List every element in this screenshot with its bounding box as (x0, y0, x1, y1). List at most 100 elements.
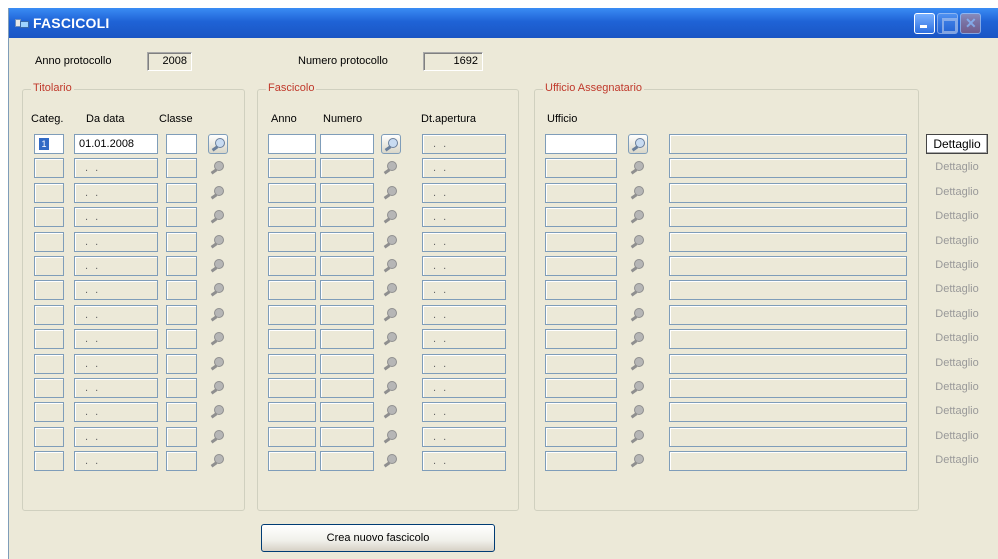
dt-apertura-field: . . (422, 232, 506, 252)
dt-apertura-field: . . (422, 451, 506, 471)
fascicolo-lookup-magnifier-icon (381, 451, 401, 471)
anno-field[interactable] (268, 134, 316, 154)
anno-field (268, 402, 316, 422)
dettaglio-button: Dettaglio (935, 308, 979, 320)
fascicolo-lookup-magnifier-icon (381, 378, 401, 398)
maximize-button (937, 13, 958, 34)
fascicolo-lookup-magnifier-icon (381, 305, 401, 325)
titolario-lookup-magnifier-icon (208, 256, 228, 276)
ufficio-desc-field (669, 378, 907, 398)
title-bar[interactable]: FASCICOLI (9, 8, 998, 38)
titolario-lookup-magnifier-icon (208, 451, 228, 471)
numero-field (320, 207, 374, 227)
ufficio-desc-field (669, 134, 907, 154)
numero-field (320, 280, 374, 300)
numero-field (320, 158, 374, 178)
ufficio-desc-field (669, 402, 907, 422)
dt-apertura-field: . . (422, 256, 506, 276)
numero-protocollo-label: Numero protocollo (298, 55, 388, 67)
ufficio-code-field[interactable] (545, 134, 617, 154)
titolario-lookup-magnifier-icon (208, 354, 228, 374)
ufficio-desc-field (669, 280, 907, 300)
fascicolo-lookup-magnifier-icon (381, 329, 401, 349)
categ-field (34, 354, 64, 374)
classe-field (166, 305, 197, 325)
numero-field[interactable] (320, 134, 374, 154)
fascicolo-lookup-magnifier-icon (381, 256, 401, 276)
categ-field (34, 451, 64, 471)
anno-field (268, 451, 316, 471)
ufficio-lookup-magnifier-icon[interactable] (628, 134, 648, 154)
titolario-lookup-magnifier-icon (208, 232, 228, 252)
da-data-field: . . (74, 158, 158, 178)
fascicolo-lookup-magnifier-icon[interactable] (381, 134, 401, 154)
ufficio-title: Ufficio Assegnatario (543, 82, 645, 94)
fascicolo-lookup-magnifier-icon (381, 207, 401, 227)
ufficio-desc-field (669, 183, 907, 203)
da-data-field: . . (74, 329, 158, 349)
numero-field (320, 451, 374, 471)
ufficio-lookup-magnifier-icon (628, 354, 648, 374)
ufficio-lookup-magnifier-icon (628, 280, 648, 300)
ufficio-lookup-magnifier-icon (628, 402, 648, 422)
classe-field[interactable] (166, 134, 197, 154)
ufficio-desc-field (669, 427, 907, 447)
da-data-field: . . (74, 427, 158, 447)
fascicolo-lookup-magnifier-icon (381, 183, 401, 203)
numero-field (320, 305, 374, 325)
anno-field (268, 354, 316, 374)
ufficio-desc-field (669, 207, 907, 227)
col-classe: Classe (159, 113, 193, 125)
da-data-field: . . (74, 354, 158, 374)
categ-field (34, 158, 64, 178)
dettaglio-button: Dettaglio (935, 186, 979, 198)
dt-apertura-field: . . (422, 305, 506, 325)
categ-value: 1 (39, 138, 49, 150)
dettaglio-button: Dettaglio (935, 381, 979, 393)
dettaglio-button[interactable]: Dettaglio (926, 134, 988, 154)
ufficio-code-field (545, 305, 617, 325)
minimize-button[interactable] (914, 13, 935, 34)
titolario-lookup-magnifier-icon (208, 158, 228, 178)
fascicolo-lookup-magnifier-icon (381, 354, 401, 374)
ufficio-code-field (545, 183, 617, 203)
numero-field (320, 427, 374, 447)
numero-field (320, 256, 374, 276)
dt-apertura-field: . . (422, 207, 506, 227)
anno-field (268, 256, 316, 276)
da-data-field: . . (74, 207, 158, 227)
classe-field (166, 354, 197, 374)
titolario-lookup-magnifier-icon[interactable] (208, 134, 228, 154)
classe-field (166, 329, 197, 349)
categ-field (34, 402, 64, 422)
numero-field (320, 329, 374, 349)
dettaglio-button: Dettaglio (935, 235, 979, 247)
categ-field (34, 329, 64, 349)
dt-apertura-field: . . (422, 183, 506, 203)
da-data-field: . . (74, 280, 158, 300)
da-data-field: . . (74, 256, 158, 276)
col-categ: Categ. (31, 113, 64, 125)
classe-field (166, 183, 197, 203)
anno-field (268, 378, 316, 398)
dettaglio-button: Dettaglio (935, 357, 979, 369)
ufficio-code-field (545, 232, 617, 252)
ufficio-code-field (545, 451, 617, 471)
da-data-field: . . (74, 402, 158, 422)
classe-field (166, 207, 197, 227)
ufficio-lookup-magnifier-icon (628, 183, 648, 203)
crea-nuovo-fascicolo-button[interactable]: Crea nuovo fascicolo (261, 524, 495, 552)
titolario-lookup-magnifier-icon (208, 280, 228, 300)
da-data-field[interactable]: 01.01.2008 (74, 134, 158, 154)
close-button (960, 13, 981, 34)
categ-field[interactable]: 1 (34, 134, 64, 154)
ufficio-desc-field (669, 354, 907, 374)
ufficio-lookup-magnifier-icon (628, 378, 648, 398)
ufficio-code-field (545, 354, 617, 374)
dt-apertura-field: . . (422, 158, 506, 178)
categ-field (34, 207, 64, 227)
anno-field (268, 207, 316, 227)
dt-apertura-field: . . (422, 134, 506, 154)
ufficio-desc-field (669, 305, 907, 325)
window-title: FASCICOLI (33, 15, 110, 31)
